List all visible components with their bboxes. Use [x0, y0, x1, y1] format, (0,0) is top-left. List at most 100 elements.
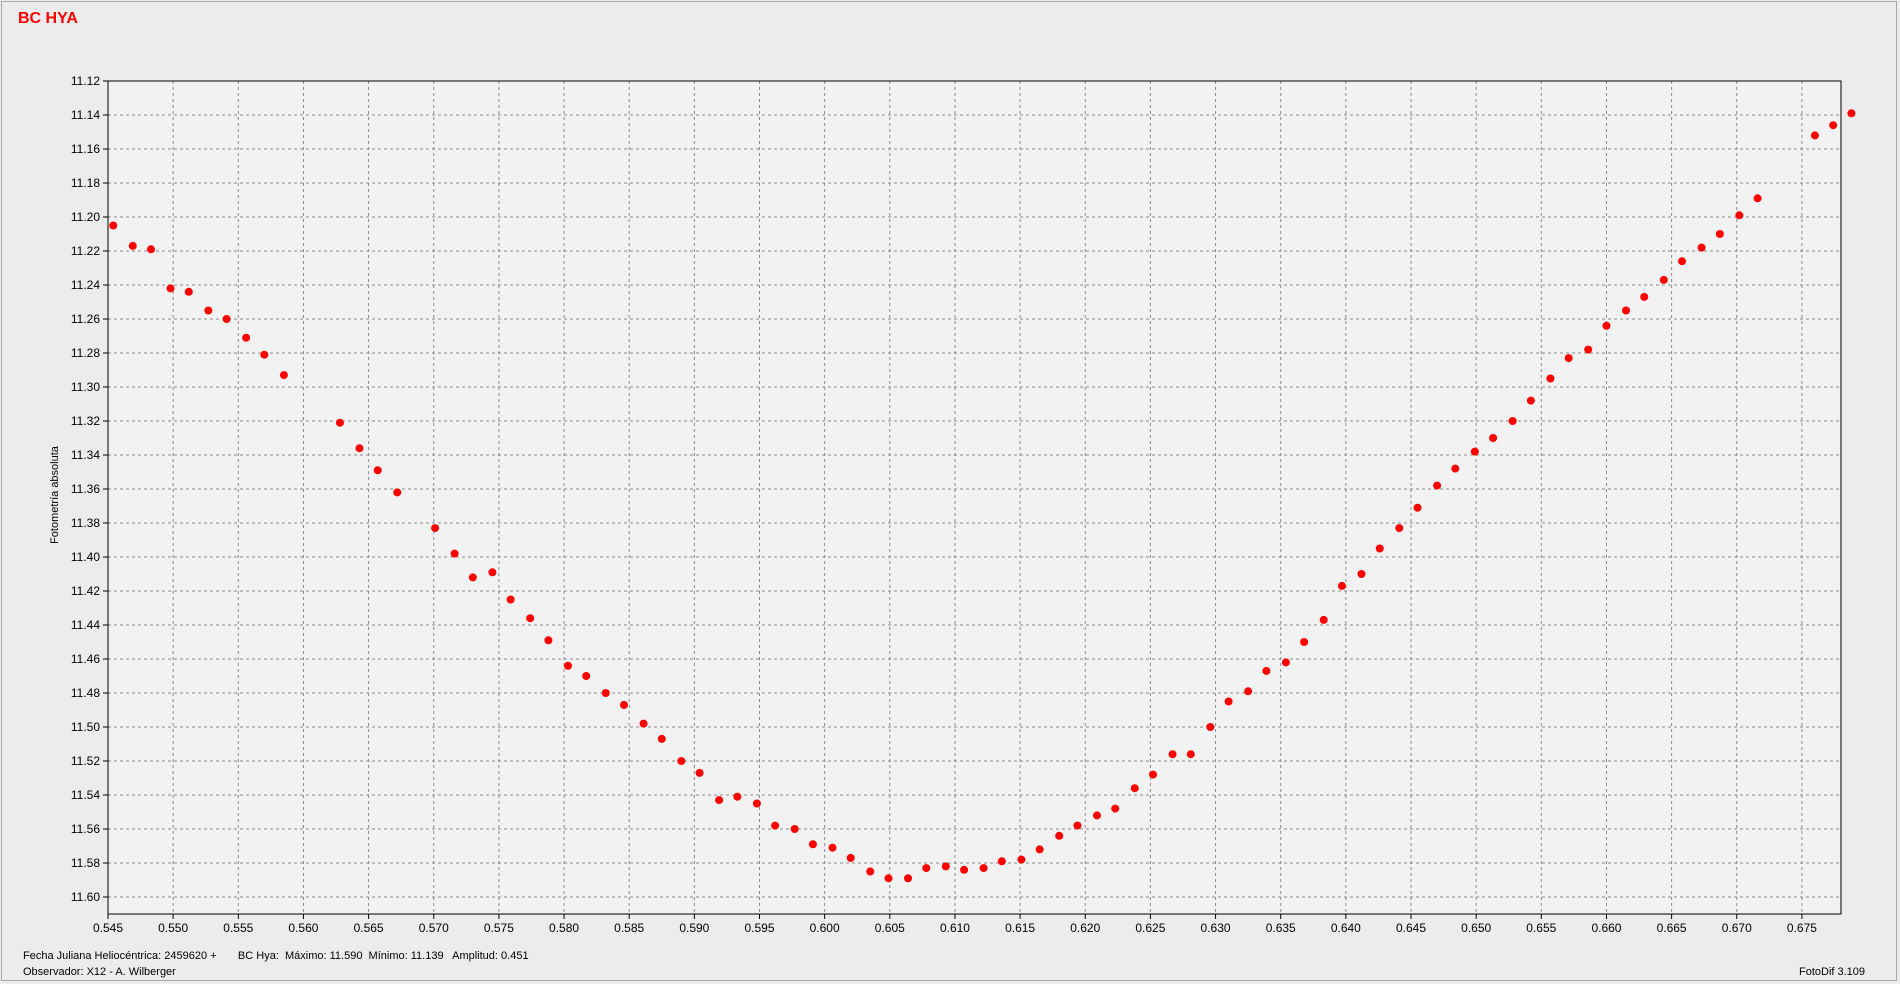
data-point: [639, 719, 648, 728]
data-point: [393, 488, 402, 497]
data-point: [1186, 750, 1195, 759]
x-tick-label: 0.560: [288, 921, 318, 935]
x-tick-label: 0.640: [1331, 921, 1361, 935]
data-point: [260, 350, 269, 359]
x-tick-label: 0.545: [93, 921, 123, 935]
scatter-plot: 0.545 0.550 0.555 0.560 0.565 0.570 0.575 0.580…: [49, 74, 1856, 935]
data-point: [373, 466, 382, 475]
data-point: [1697, 243, 1706, 252]
x-tick-label: 0.660: [1591, 921, 1621, 935]
data-point: [922, 864, 931, 873]
x-tick-label: 0.605: [875, 921, 905, 935]
data-point: [1300, 638, 1309, 646]
data-point: [468, 573, 477, 582]
x-tick-label: 0.550: [158, 921, 188, 935]
data-point: [544, 636, 553, 645]
data-point: [1375, 544, 1384, 553]
data-point: [1489, 434, 1498, 442]
data-point: [1810, 131, 1819, 140]
y-tick-label: 11.60: [71, 890, 100, 904]
x-tick-label: 0.615: [1005, 921, 1035, 935]
y-tick-label: 11.42: [71, 584, 100, 598]
x-tick-label: 0.590: [679, 921, 709, 935]
y-tick-label: 11.54: [71, 788, 100, 802]
y-tick-label: 11.28: [71, 346, 100, 360]
data-point: [222, 315, 231, 323]
data-point: [1622, 306, 1631, 315]
data-point: [335, 418, 344, 427]
data-point: [526, 614, 535, 623]
y-tick-label: 11.58: [71, 856, 100, 870]
y-tick-label: 11.26: [71, 312, 100, 326]
y-tick-label: 11.40: [71, 550, 100, 564]
data-point: [1017, 855, 1026, 864]
data-point: [1564, 354, 1573, 363]
data-point: [1395, 524, 1404, 533]
data-point: [1149, 770, 1158, 779]
y-tick-label: 11.30: [71, 380, 100, 394]
y-tick-label: 11.50: [71, 720, 100, 734]
data-point: [1678, 257, 1687, 266]
data-point: [808, 840, 817, 849]
data-point: [1735, 211, 1744, 220]
x-tick-label: 0.620: [1070, 921, 1100, 935]
data-point: [1508, 417, 1517, 425]
data-point: [1829, 121, 1838, 130]
data-point: [184, 287, 193, 296]
x-tick-label: 0.555: [223, 921, 253, 935]
data-point: [506, 595, 515, 604]
y-tick-label: 11.46: [71, 652, 100, 666]
y-tick-label: 11.24: [71, 278, 100, 292]
data-point: [1319, 615, 1328, 624]
data-point: [790, 825, 799, 833]
data-point: [1092, 811, 1101, 820]
data-point: [846, 853, 855, 862]
x-tick-label: 0.665: [1657, 921, 1687, 935]
data-point: [1659, 275, 1668, 284]
data-point: [431, 524, 440, 533]
x-tick-label: 0.630: [1201, 921, 1231, 935]
data-point: [128, 241, 137, 250]
footer-observer: Observador: X12 - A. Wilberger: [23, 966, 176, 978]
data-point: [752, 799, 761, 808]
data-point: [866, 867, 875, 876]
y-tick-label: 11.16: [71, 142, 100, 156]
x-tick-label: 0.625: [1135, 921, 1165, 935]
x-tick-label: 0.670: [1722, 921, 1752, 935]
x-tick-label: 0.675: [1787, 921, 1817, 935]
plot-area: [108, 81, 1841, 914]
data-point: [1526, 396, 1535, 405]
data-point: [715, 796, 724, 805]
data-point: [619, 700, 628, 709]
data-point: [884, 874, 893, 883]
data-point: [1168, 750, 1177, 759]
x-tick-label: 0.575: [484, 921, 514, 935]
data-point: [771, 821, 780, 830]
data-point: [1130, 784, 1139, 793]
data-point: [488, 568, 497, 577]
data-point: [1847, 109, 1856, 118]
data-point: [695, 768, 704, 777]
data-point: [355, 444, 364, 453]
data-point: [1055, 831, 1064, 840]
data-point: [166, 284, 175, 293]
y-tick-label: 11.36: [71, 482, 100, 496]
data-point: [1546, 374, 1555, 383]
data-point: [657, 734, 666, 743]
x-tick-label: 0.580: [549, 921, 579, 935]
data-point: [1357, 570, 1366, 578]
data-point: [450, 549, 459, 558]
footer-summary: Fecha Juliana Heliocéntrica: 2459620 + B…: [23, 950, 529, 962]
footer-version: FotoDif 3.109: [1799, 966, 1866, 978]
data-point: [1584, 345, 1593, 354]
y-tick-label: 11.32: [71, 414, 100, 428]
x-tick-label: 0.635: [1266, 921, 1296, 935]
data-point: [1451, 464, 1460, 473]
data-point: [904, 874, 913, 883]
data-point: [146, 245, 155, 254]
y-tick-label: 11.14: [71, 108, 100, 122]
y-axis-label: Fotometría absoluta: [49, 445, 61, 544]
y-tick-label: 11.34: [71, 448, 100, 462]
x-tick-label: 0.650: [1461, 921, 1491, 935]
y-tick-label: 11.48: [71, 686, 100, 700]
